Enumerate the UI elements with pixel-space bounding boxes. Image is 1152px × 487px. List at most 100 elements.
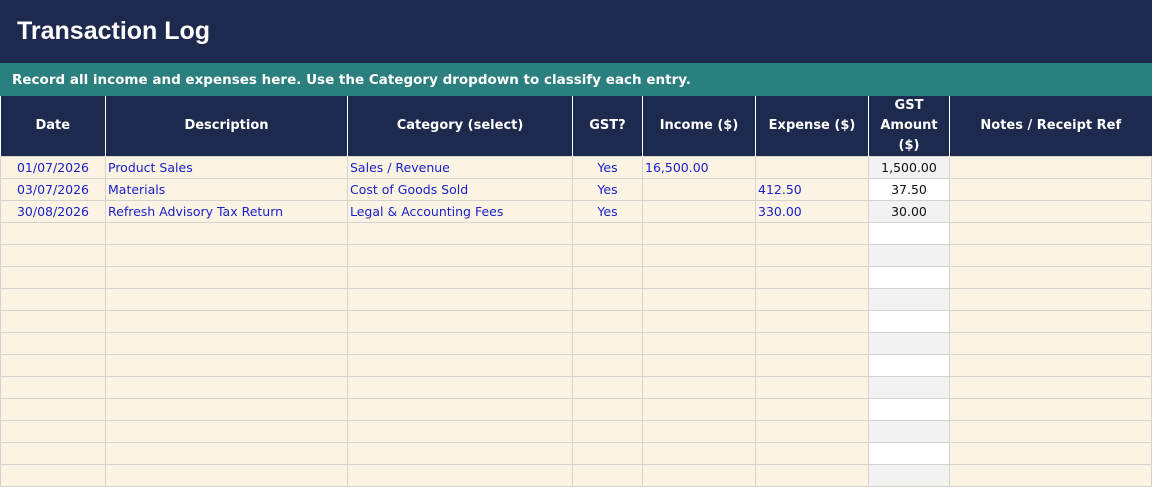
expense-cell[interactable] bbox=[755, 310, 869, 333]
col-header-gst-amount[interactable]: GST Amount ($) bbox=[868, 96, 950, 157]
expense-cell[interactable] bbox=[755, 222, 869, 245]
income-cell[interactable] bbox=[642, 464, 756, 487]
expense-cell[interactable] bbox=[755, 156, 869, 179]
notes-cell[interactable] bbox=[949, 464, 1152, 487]
gst-amount-cell[interactable] bbox=[868, 376, 950, 399]
income-cell[interactable] bbox=[642, 288, 756, 311]
gst-cell[interactable] bbox=[572, 222, 643, 245]
income-cell[interactable] bbox=[642, 354, 756, 377]
income-cell[interactable] bbox=[642, 244, 756, 267]
notes-cell[interactable] bbox=[949, 310, 1152, 333]
category-cell[interactable] bbox=[347, 464, 573, 487]
col-header-category[interactable]: Category (select) bbox=[347, 96, 573, 157]
date-cell[interactable] bbox=[0, 376, 106, 399]
gst-amount-cell[interactable] bbox=[868, 266, 950, 289]
description-cell[interactable] bbox=[105, 420, 348, 443]
notes-cell[interactable] bbox=[949, 420, 1152, 443]
income-cell[interactable] bbox=[642, 332, 756, 355]
description-cell[interactable] bbox=[105, 266, 348, 289]
gst-amount-cell[interactable]: 1,500.00 bbox=[868, 156, 950, 179]
description-cell[interactable] bbox=[105, 288, 348, 311]
expense-cell[interactable] bbox=[755, 332, 869, 355]
date-cell[interactable]: 03/07/2026 bbox=[0, 178, 106, 201]
income-cell[interactable] bbox=[642, 266, 756, 289]
date-cell[interactable] bbox=[0, 244, 106, 267]
gst-amount-cell[interactable] bbox=[868, 354, 950, 377]
category-cell[interactable] bbox=[347, 288, 573, 311]
col-header-date[interactable]: Date bbox=[0, 96, 106, 157]
category-cell[interactable] bbox=[347, 332, 573, 355]
description-cell[interactable] bbox=[105, 332, 348, 355]
gst-cell[interactable] bbox=[572, 310, 643, 333]
expense-cell[interactable] bbox=[755, 376, 869, 399]
gst-amount-cell[interactable] bbox=[868, 288, 950, 311]
category-cell[interactable]: Cost of Goods Sold bbox=[347, 178, 573, 201]
gst-cell[interactable] bbox=[572, 420, 643, 443]
description-cell[interactable]: Materials bbox=[105, 178, 348, 201]
category-cell[interactable] bbox=[347, 310, 573, 333]
category-cell[interactable] bbox=[347, 266, 573, 289]
income-cell[interactable] bbox=[642, 398, 756, 421]
notes-cell[interactable] bbox=[949, 332, 1152, 355]
notes-cell[interactable] bbox=[949, 266, 1152, 289]
category-cell[interactable] bbox=[347, 398, 573, 421]
date-cell[interactable] bbox=[0, 266, 106, 289]
description-cell[interactable] bbox=[105, 376, 348, 399]
category-cell[interactable] bbox=[347, 244, 573, 267]
expense-cell[interactable] bbox=[755, 354, 869, 377]
col-header-gst[interactable]: GST? bbox=[572, 96, 643, 157]
income-cell[interactable] bbox=[642, 442, 756, 465]
gst-cell[interactable] bbox=[572, 398, 643, 421]
income-cell[interactable] bbox=[642, 178, 756, 201]
notes-cell[interactable] bbox=[949, 288, 1152, 311]
income-cell[interactable] bbox=[642, 310, 756, 333]
category-cell[interactable] bbox=[347, 420, 573, 443]
gst-amount-cell[interactable]: 37.50 bbox=[868, 178, 950, 201]
gst-cell[interactable] bbox=[572, 244, 643, 267]
income-cell[interactable] bbox=[642, 222, 756, 245]
category-cell[interactable] bbox=[347, 354, 573, 377]
gst-cell[interactable] bbox=[572, 288, 643, 311]
date-cell[interactable] bbox=[0, 354, 106, 377]
gst-cell[interactable] bbox=[572, 464, 643, 487]
notes-cell[interactable] bbox=[949, 200, 1152, 223]
description-cell[interactable] bbox=[105, 398, 348, 421]
gst-amount-cell[interactable] bbox=[868, 222, 950, 245]
notes-cell[interactable] bbox=[949, 354, 1152, 377]
date-cell[interactable] bbox=[0, 398, 106, 421]
expense-cell[interactable] bbox=[755, 244, 869, 267]
date-cell[interactable]: 30/08/2026 bbox=[0, 200, 106, 223]
description-cell[interactable] bbox=[105, 244, 348, 267]
expense-cell[interactable]: 412.50 bbox=[755, 178, 869, 201]
col-header-expense[interactable]: Expense ($) bbox=[755, 96, 869, 157]
date-cell[interactable] bbox=[0, 288, 106, 311]
gst-cell[interactable]: Yes bbox=[572, 156, 643, 179]
expense-cell[interactable] bbox=[755, 288, 869, 311]
date-cell[interactable] bbox=[0, 222, 106, 245]
gst-amount-cell[interactable] bbox=[868, 244, 950, 267]
notes-cell[interactable] bbox=[949, 398, 1152, 421]
notes-cell[interactable] bbox=[949, 156, 1152, 179]
gst-amount-cell[interactable] bbox=[868, 310, 950, 333]
category-cell[interactable]: Legal & Accounting Fees bbox=[347, 200, 573, 223]
gst-amount-cell[interactable] bbox=[868, 420, 950, 443]
category-cell[interactable]: Sales / Revenue bbox=[347, 156, 573, 179]
date-cell[interactable] bbox=[0, 420, 106, 443]
gst-amount-cell[interactable]: 30.00 bbox=[868, 200, 950, 223]
expense-cell[interactable]: 330.00 bbox=[755, 200, 869, 223]
description-cell[interactable]: Refresh Advisory Tax Return bbox=[105, 200, 348, 223]
gst-amount-cell[interactable] bbox=[868, 332, 950, 355]
category-cell[interactable] bbox=[347, 442, 573, 465]
gst-cell[interactable]: Yes bbox=[572, 200, 643, 223]
income-cell[interactable] bbox=[642, 420, 756, 443]
col-header-description[interactable]: Description bbox=[105, 96, 348, 157]
category-cell[interactable] bbox=[347, 376, 573, 399]
gst-cell[interactable] bbox=[572, 442, 643, 465]
notes-cell[interactable] bbox=[949, 178, 1152, 201]
notes-cell[interactable] bbox=[949, 442, 1152, 465]
notes-cell[interactable] bbox=[949, 222, 1152, 245]
date-cell[interactable] bbox=[0, 332, 106, 355]
expense-cell[interactable] bbox=[755, 398, 869, 421]
income-cell[interactable] bbox=[642, 200, 756, 223]
date-cell[interactable] bbox=[0, 442, 106, 465]
